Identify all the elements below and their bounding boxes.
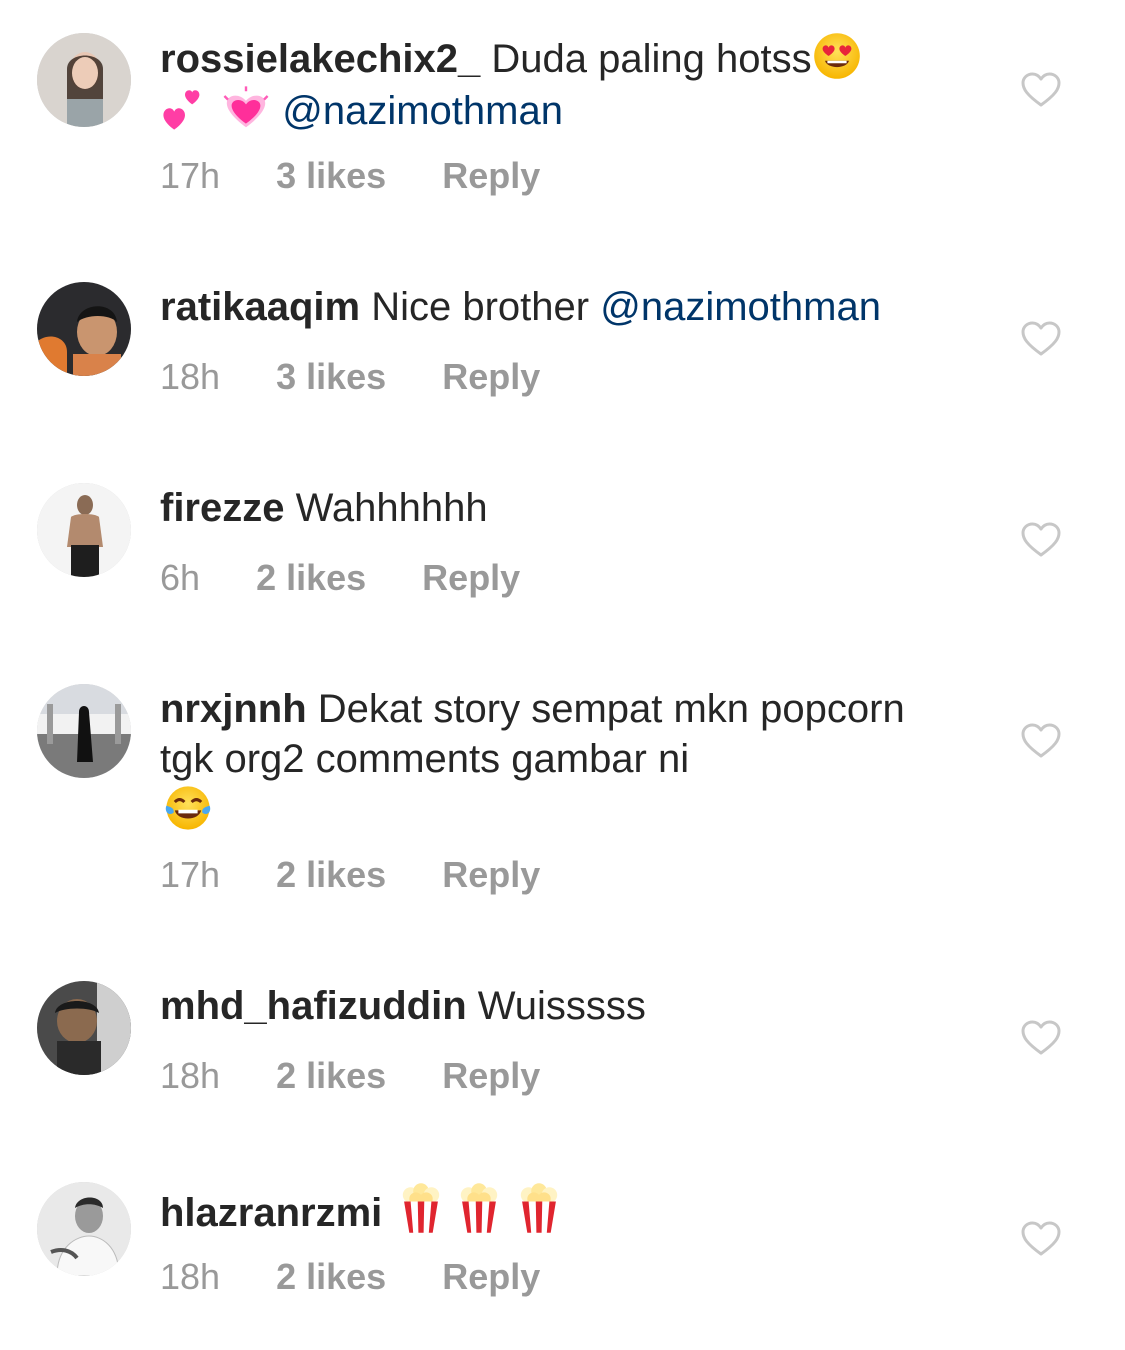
heart-outline-icon[interactable] bbox=[1021, 723, 1061, 759]
reply-button[interactable]: Reply bbox=[422, 557, 520, 598]
comment-time: 6h bbox=[160, 557, 201, 598]
comment-meta: 17h 3 likes Reply bbox=[160, 156, 540, 196]
comment-text: rossielakechix2_ Duda paling hotss @nazi… bbox=[160, 32, 950, 136]
reply-button[interactable]: Reply bbox=[442, 1256, 540, 1297]
mention-link[interactable]: @nazimothman bbox=[282, 89, 563, 133]
comment-username[interactable]: rossielakechix2_ bbox=[160, 37, 480, 81]
avatar[interactable] bbox=[37, 483, 131, 577]
heart-eyes-emoji bbox=[812, 32, 862, 80]
heart-outline-icon[interactable] bbox=[1021, 522, 1061, 558]
two-hearts-emoji bbox=[160, 84, 210, 132]
comment-username[interactable]: ratikaaqim bbox=[160, 285, 360, 329]
popcorn-emoji bbox=[449, 1182, 509, 1234]
heart-outline-icon[interactable] bbox=[1021, 1020, 1061, 1056]
popcorn-emoji bbox=[509, 1182, 569, 1234]
reply-button[interactable]: Reply bbox=[442, 1055, 540, 1096]
comment-text: nrxjnnh Dekat story sempat mkn popcorn t… bbox=[160, 684, 950, 836]
likes-count[interactable]: 2 likes bbox=[276, 854, 386, 895]
reply-button[interactable]: Reply bbox=[442, 854, 540, 895]
comment-time: 18h bbox=[160, 1055, 221, 1096]
comment-username[interactable]: mhd_hafizuddin bbox=[160, 984, 467, 1028]
comment-body: Wuisssss bbox=[477, 984, 646, 1028]
avatar[interactable] bbox=[37, 684, 131, 778]
heart-outline-icon[interactable] bbox=[1021, 321, 1061, 357]
likes-count[interactable]: 3 likes bbox=[276, 155, 386, 196]
comment-time: 18h bbox=[160, 1256, 221, 1297]
comment-text: hlazranrzmi bbox=[160, 1182, 950, 1238]
comment-body: Wahhhhhh bbox=[295, 486, 488, 530]
likes-count[interactable]: 2 likes bbox=[276, 1256, 386, 1297]
comment-time: 17h bbox=[160, 854, 221, 895]
avatar[interactable] bbox=[37, 33, 131, 127]
comment-time: 17h bbox=[160, 155, 221, 196]
tears-of-joy-emoji bbox=[160, 784, 216, 832]
comment-meta: 17h 2 likes Reply bbox=[160, 855, 540, 895]
comment-text: ratikaaqim Nice brother @nazimothman bbox=[160, 282, 950, 332]
comment-username[interactable]: hlazranrzmi bbox=[160, 1191, 382, 1235]
comment-username[interactable]: nrxjnnh bbox=[160, 687, 307, 731]
reply-button[interactable]: Reply bbox=[442, 155, 540, 196]
mention-link[interactable]: @nazimothman bbox=[600, 285, 881, 329]
comment-meta: 18h 3 likes Reply bbox=[160, 357, 540, 397]
comment-text: mhd_hafizuddin Wuisssss bbox=[160, 981, 950, 1031]
avatar[interactable] bbox=[37, 282, 131, 376]
popcorn-emoji bbox=[393, 1182, 449, 1234]
heart-outline-icon[interactable] bbox=[1021, 1221, 1061, 1257]
comment-time: 18h bbox=[160, 356, 221, 397]
comment-body: Duda paling hotss bbox=[491, 37, 812, 81]
comment-meta: 18h 2 likes Reply bbox=[160, 1257, 540, 1297]
reply-button[interactable]: Reply bbox=[442, 356, 540, 397]
comment-username[interactable]: firezze bbox=[160, 486, 285, 530]
avatar[interactable] bbox=[37, 981, 131, 1075]
comment-body: Nice brother bbox=[371, 285, 590, 329]
comment-meta: 6h 2 likes Reply bbox=[160, 558, 520, 598]
likes-count[interactable]: 2 likes bbox=[276, 1055, 386, 1096]
comment-meta: 18h 2 likes Reply bbox=[160, 1056, 540, 1096]
likes-count[interactable]: 3 likes bbox=[276, 356, 386, 397]
growing-heart-emoji bbox=[221, 84, 271, 132]
likes-count[interactable]: 2 likes bbox=[256, 557, 366, 598]
heart-outline-icon[interactable] bbox=[1021, 72, 1061, 108]
avatar[interactable] bbox=[37, 1182, 131, 1276]
comment-text: firezze Wahhhhhh bbox=[160, 483, 950, 533]
